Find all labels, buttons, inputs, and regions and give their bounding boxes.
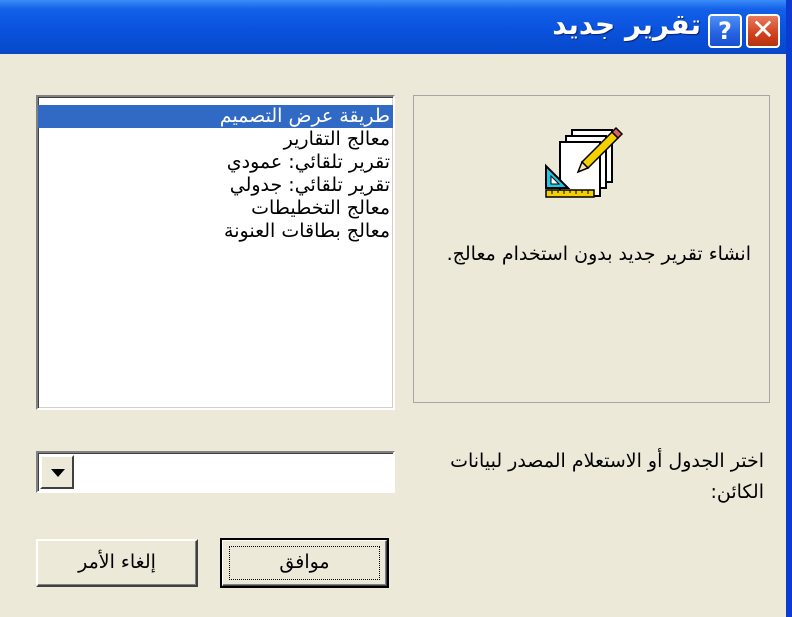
list-item-chart-wizard[interactable]: معالج التخطيطات bbox=[38, 197, 393, 220]
source-combobox[interactable] bbox=[36, 451, 395, 493]
ok-button[interactable]: موافق bbox=[220, 538, 389, 588]
source-label: اختر الجدول أو الاستعلام المصدر لبيانات … bbox=[450, 450, 764, 503]
list-item-autoreport-columnar[interactable]: تقرير تلقائي: عمودي bbox=[38, 151, 393, 174]
report-wizard-icon bbox=[545, 126, 624, 198]
wizard-listbox[interactable]: طريقة عرض التصميم معالج التقارير تقرير ت… bbox=[36, 95, 395, 410]
title-bar[interactable]: تقرير جديد ? ✕ bbox=[0, 0, 786, 54]
list-item-report-wizard[interactable]: معالج التقارير bbox=[38, 128, 393, 151]
dropdown-button[interactable] bbox=[40, 455, 74, 489]
close-button[interactable]: ✕ bbox=[746, 14, 780, 48]
preview-panel: انشاء تقرير جديد بدون استخدام معالج. bbox=[413, 95, 770, 403]
focus-rect bbox=[229, 546, 380, 580]
new-report-dialog: تقرير جديد ? ✕ طريقة عرض التصميم معالج ا… bbox=[0, 0, 792, 617]
list-item-design-view[interactable]: طريقة عرض التصميم bbox=[38, 105, 393, 128]
cancel-button-label: إلغاء الأمر bbox=[78, 551, 156, 573]
list-item-label-wizard[interactable]: معالج بطاقات العنونة bbox=[38, 220, 393, 243]
preview-description: انشاء تقرير جديد بدون استخدام معالج. bbox=[446, 243, 751, 265]
chevron-down-icon bbox=[51, 469, 65, 477]
cancel-button[interactable]: إلغاء الأمر bbox=[36, 539, 198, 587]
window-title: تقرير جديد bbox=[552, 8, 701, 41]
list-item-autoreport-tabular[interactable]: تقرير تلقائي: جدولي bbox=[38, 174, 393, 197]
help-button[interactable]: ? bbox=[708, 14, 742, 48]
